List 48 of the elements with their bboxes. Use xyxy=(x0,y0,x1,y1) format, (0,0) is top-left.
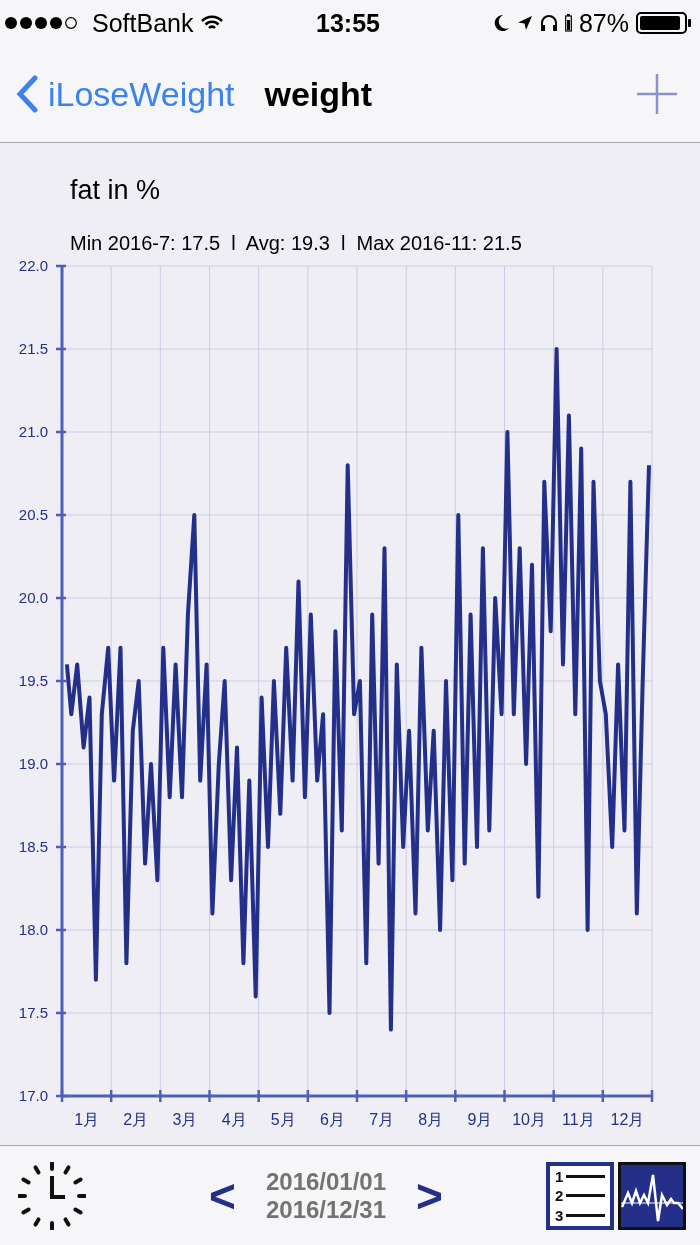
x-axis-label: 8月 xyxy=(418,1111,444,1128)
chart-view-button[interactable] xyxy=(618,1161,686,1230)
y-axis-label: 18.5 xyxy=(18,838,48,855)
page-title: weight xyxy=(264,74,374,114)
next-button[interactable]: > xyxy=(416,1168,443,1223)
x-axis-label: 9月 xyxy=(467,1111,493,1128)
list-number: 3 xyxy=(555,1207,564,1223)
y-axis-label: 17.5 xyxy=(18,1004,48,1021)
chart-summary: Min 2016-7: 17.5 l Avg: 19.3 l Max 2016-11: 21.5 xyxy=(70,232,523,255)
start-date: 2016/01/01 xyxy=(265,1167,387,1196)
x-axis-label: 12月 xyxy=(610,1111,645,1128)
chart-title: fat in % xyxy=(70,175,162,206)
x-axis-label: 3月 xyxy=(172,1111,198,1128)
x-axis-label: 7月 xyxy=(369,1111,395,1128)
chevron-left-icon xyxy=(16,75,38,113)
location-arrow-icon xyxy=(516,15,533,31)
list-number: 2 xyxy=(555,1188,564,1203)
y-axis-label: 19.5 xyxy=(18,672,48,689)
x-axis-label: 10月 xyxy=(512,1111,546,1128)
x-axis-label: 5月 xyxy=(270,1111,296,1128)
y-axis-label: 18.0 xyxy=(18,921,48,938)
x-axis-label: 11月 xyxy=(561,1111,595,1128)
x-axis-label: 2月 xyxy=(123,1111,149,1128)
x-axis-label: 4月 xyxy=(221,1111,247,1128)
list-number: 1 xyxy=(555,1168,564,1184)
y-axis-label: 22.0 xyxy=(18,257,48,274)
add-button[interactable] xyxy=(636,73,678,115)
y-axis-label: 20.0 xyxy=(18,589,48,606)
previous-button[interactable]: < xyxy=(209,1168,236,1223)
y-axis-label: 17.0 xyxy=(18,1087,48,1104)
clock-button[interactable] xyxy=(18,1161,86,1230)
x-axis-label: 1月 xyxy=(74,1111,100,1128)
battery-percent: 87% xyxy=(578,8,629,38)
x-axis-label: 6月 xyxy=(319,1111,345,1128)
end-date: 2016/12/31 xyxy=(265,1195,387,1224)
headphones-icon xyxy=(539,14,558,32)
y-axis-label: 20.5 xyxy=(18,506,48,523)
clock-icon xyxy=(18,1161,86,1230)
moon-icon xyxy=(493,14,510,32)
list-view-button[interactable]: 1 2 3 xyxy=(546,1161,614,1230)
y-axis-label: 21.5 xyxy=(18,340,48,357)
y-axis-label: 19.0 xyxy=(18,755,48,772)
carrier-name: SoftBank xyxy=(92,8,194,38)
status-time: 13:55 xyxy=(316,8,380,38)
plus-icon xyxy=(636,73,678,115)
battery-icon xyxy=(636,12,692,34)
battery-small-icon xyxy=(564,14,572,32)
y-axis-label: 21.0 xyxy=(18,423,48,440)
